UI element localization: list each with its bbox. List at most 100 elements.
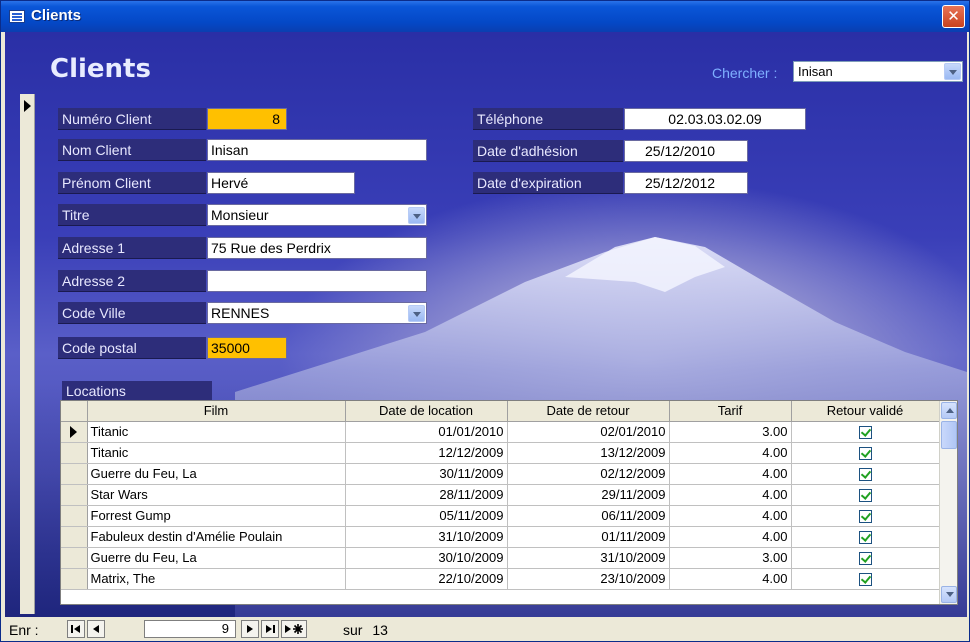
retour-valide-cell[interactable] bbox=[791, 463, 940, 485]
first-record-button[interactable] bbox=[67, 620, 85, 638]
checkbox-checked-icon[interactable] bbox=[858, 552, 872, 566]
date-retour-cell[interactable]: 01/11/2009 bbox=[507, 526, 670, 548]
tarif-cell[interactable]: 4.00 bbox=[669, 568, 792, 590]
tarif-cell[interactable]: 4.00 bbox=[669, 484, 792, 506]
table-row[interactable]: Titanic 01/01/2010 02/01/2010 3.00 bbox=[61, 421, 940, 443]
chevron-down-icon[interactable] bbox=[944, 63, 961, 80]
title-bar[interactable]: Clients ✕ bbox=[1, 1, 969, 32]
row-selector[interactable] bbox=[61, 484, 88, 506]
row-selector[interactable] bbox=[61, 547, 88, 569]
retour-valide-cell[interactable] bbox=[791, 526, 940, 548]
nom-client-field[interactable]: Inisan bbox=[207, 139, 427, 161]
row-selector[interactable] bbox=[61, 442, 88, 464]
date-location-cell[interactable]: 22/10/2009 bbox=[345, 568, 508, 590]
new-record-button[interactable] bbox=[281, 620, 307, 638]
table-row[interactable]: Fabuleux destin d'Amélie Poulain 31/10/2… bbox=[61, 526, 940, 548]
locations-label: Locations bbox=[62, 381, 212, 401]
scrollbar-thumb[interactable] bbox=[941, 421, 957, 449]
tarif-cell[interactable]: 4.00 bbox=[669, 505, 792, 527]
telephone-field[interactable]: 02.03.03.02.09 bbox=[624, 108, 806, 130]
checkbox-checked-icon[interactable] bbox=[858, 468, 872, 482]
close-icon: ✕ bbox=[947, 7, 960, 25]
retour-valide-cell[interactable] bbox=[791, 421, 940, 443]
previous-record-button[interactable] bbox=[87, 620, 105, 638]
date-retour-cell[interactable]: 29/11/2009 bbox=[507, 484, 670, 506]
row-selector[interactable] bbox=[61, 505, 88, 527]
date-location-cell[interactable]: 05/11/2009 bbox=[345, 505, 508, 527]
row-selector[interactable] bbox=[61, 526, 88, 548]
adresse2-field[interactable] bbox=[207, 270, 427, 292]
date-location-cell[interactable]: 28/11/2009 bbox=[345, 484, 508, 506]
tarif-cell[interactable]: 3.00 bbox=[669, 547, 792, 569]
date-retour-cell[interactable]: 23/10/2009 bbox=[507, 568, 670, 590]
tarif-cell[interactable]: 4.00 bbox=[669, 463, 792, 485]
close-button[interactable]: ✕ bbox=[942, 5, 965, 28]
date-location-cell[interactable]: 01/01/2010 bbox=[345, 421, 508, 443]
film-cell[interactable]: Fabuleux destin d'Amélie Poulain bbox=[87, 526, 346, 548]
retour-valide-cell[interactable] bbox=[791, 442, 940, 464]
column-header-retour-valide[interactable]: Retour validé bbox=[791, 401, 940, 422]
column-header-tarif[interactable]: Tarif bbox=[669, 401, 792, 422]
next-record-button[interactable] bbox=[241, 620, 259, 638]
date-expiration-field[interactable]: 25/12/2012 bbox=[624, 172, 748, 194]
adresse1-field[interactable]: 75 Rue des Perdrix bbox=[207, 237, 427, 259]
tarif-cell[interactable]: 4.00 bbox=[669, 526, 792, 548]
chevron-down-icon[interactable] bbox=[408, 207, 425, 224]
prenom-client-field[interactable]: Hervé bbox=[207, 172, 355, 194]
column-header-date-location[interactable]: Date de location bbox=[345, 401, 508, 422]
record-nav-label: Enr : bbox=[9, 622, 39, 638]
retour-valide-cell[interactable] bbox=[791, 505, 940, 527]
checkbox-checked-icon[interactable] bbox=[858, 447, 872, 461]
table-row[interactable]: Guerre du Feu, La 30/11/2009 02/12/2009 … bbox=[61, 463, 940, 485]
date-location-cell[interactable]: 12/12/2009 bbox=[345, 442, 508, 464]
table-row[interactable]: Matrix, The 22/10/2009 23/10/2009 4.00 bbox=[61, 568, 940, 590]
checkbox-checked-icon[interactable] bbox=[858, 510, 872, 524]
current-record-field[interactable]: 9 bbox=[144, 620, 236, 638]
scroll-up-icon[interactable] bbox=[941, 402, 957, 419]
table-row[interactable]: Forrest Gump 05/11/2009 06/11/2009 4.00 bbox=[61, 505, 940, 527]
film-cell[interactable]: Titanic bbox=[87, 421, 346, 443]
date-location-cell[interactable]: 31/10/2009 bbox=[345, 526, 508, 548]
scroll-down-icon[interactable] bbox=[941, 586, 957, 603]
date-retour-cell[interactable]: 02/01/2010 bbox=[507, 421, 670, 443]
search-combo[interactable]: Inisan bbox=[793, 61, 963, 82]
date-retour-cell[interactable]: 06/11/2009 bbox=[507, 505, 670, 527]
column-header-date-retour[interactable]: Date de retour bbox=[507, 401, 670, 422]
date-retour-cell[interactable]: 13/12/2009 bbox=[507, 442, 670, 464]
film-cell[interactable]: Guerre du Feu, La bbox=[87, 463, 346, 485]
record-selector[interactable] bbox=[20, 94, 35, 614]
date-retour-cell[interactable]: 31/10/2009 bbox=[507, 547, 670, 569]
film-cell[interactable]: Matrix, The bbox=[87, 568, 346, 590]
row-selector[interactable] bbox=[61, 421, 88, 443]
checkbox-checked-icon[interactable] bbox=[858, 531, 872, 545]
row-selector[interactable] bbox=[61, 568, 88, 590]
chevron-down-icon[interactable] bbox=[408, 305, 425, 322]
film-cell[interactable]: Titanic bbox=[87, 442, 346, 464]
column-header-film[interactable]: Film bbox=[87, 401, 346, 422]
code-ville-combo[interactable]: RENNES bbox=[207, 302, 427, 324]
retour-valide-cell[interactable] bbox=[791, 568, 940, 590]
date-adhesion-field[interactable]: 25/12/2010 bbox=[624, 140, 748, 162]
retour-valide-cell[interactable] bbox=[791, 484, 940, 506]
checkbox-checked-icon[interactable] bbox=[858, 573, 872, 587]
date-retour-cell[interactable]: 02/12/2009 bbox=[507, 463, 670, 485]
vertical-scrollbar[interactable] bbox=[939, 401, 957, 604]
checkbox-checked-icon[interactable] bbox=[858, 489, 872, 503]
last-record-button[interactable] bbox=[261, 620, 279, 638]
row-selector[interactable] bbox=[61, 463, 88, 485]
table-row[interactable]: Guerre du Feu, La 30/10/2009 31/10/2009 … bbox=[61, 547, 940, 569]
film-cell[interactable]: Guerre du Feu, La bbox=[87, 547, 346, 569]
film-cell[interactable]: Forrest Gump bbox=[87, 505, 346, 527]
tarif-cell[interactable]: 4.00 bbox=[669, 442, 792, 464]
date-location-cell[interactable]: 30/10/2009 bbox=[345, 547, 508, 569]
retour-valide-cell[interactable] bbox=[791, 547, 940, 569]
titre-combo[interactable]: Monsieur bbox=[207, 204, 427, 226]
table-row[interactable]: Star Wars 28/11/2009 29/11/2009 4.00 bbox=[61, 484, 940, 506]
numero-client-field[interactable]: 8 bbox=[207, 108, 287, 130]
tarif-cell[interactable]: 3.00 bbox=[669, 421, 792, 443]
checkbox-checked-icon[interactable] bbox=[858, 426, 872, 440]
table-row[interactable]: Titanic 12/12/2009 13/12/2009 4.00 bbox=[61, 442, 940, 464]
film-cell[interactable]: Star Wars bbox=[87, 484, 346, 506]
date-location-cell[interactable]: 30/11/2009 bbox=[345, 463, 508, 485]
code-postal-field[interactable]: 35000 bbox=[207, 337, 287, 359]
